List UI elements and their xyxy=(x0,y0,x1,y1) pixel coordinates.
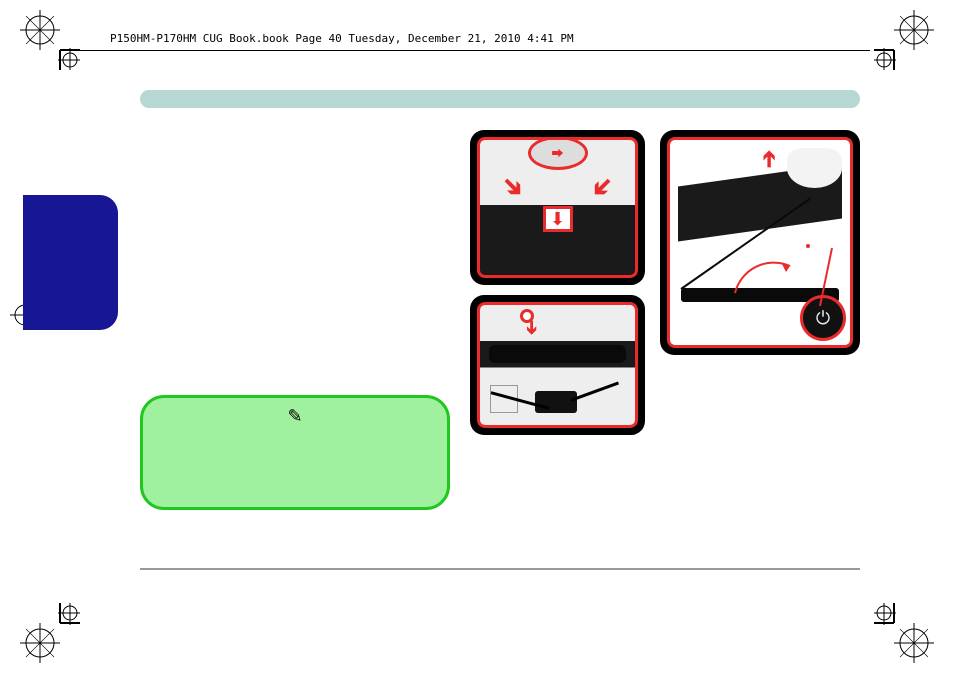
crop-mark-bottom-left xyxy=(20,603,80,663)
open-arc-arrow xyxy=(730,258,800,298)
header-rule xyxy=(80,50,870,51)
crop-mark-bottom-right xyxy=(874,603,934,663)
latch-highlight-circle: ⮕ xyxy=(528,137,588,170)
pencil-icon: ✎ xyxy=(287,406,302,427)
power-brick-icon xyxy=(535,391,577,413)
lift-arrow-icon: ➔ xyxy=(756,150,782,168)
hand-icon xyxy=(787,148,842,188)
down-arrow-icon: ⬇ xyxy=(543,206,573,232)
footer-rule xyxy=(140,568,860,570)
jack-arrow-icon: ➔ xyxy=(521,320,542,335)
side-tab xyxy=(23,195,118,330)
adapter-connect-photo: ➔ xyxy=(470,295,645,435)
note-callout: ✎ xyxy=(140,395,450,510)
crop-mark-top-right xyxy=(874,10,934,70)
battery-install-photo: ⮕ ➔ ➔ ⬇ xyxy=(470,130,645,285)
crop-mark-top-left xyxy=(20,10,80,70)
arrow-down-left: ➔ xyxy=(495,169,532,206)
page-header-meta: P150HM-P170HM CUG Book.book Page 40 Tues… xyxy=(110,32,574,45)
arrow-down-right: ➔ xyxy=(584,169,621,206)
section-heading-bar xyxy=(140,90,860,108)
open-lid-power-photo: ➔ ⏻ xyxy=(660,130,860,355)
connector-line xyxy=(800,248,840,318)
